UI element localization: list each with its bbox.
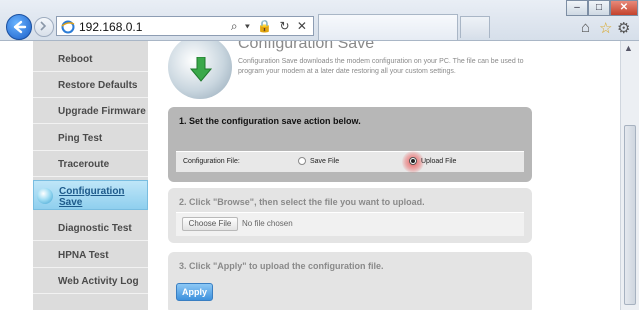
step2-heading: 2. Click "Browse", then select the file … [179,197,425,207]
scrollbar-thumb[interactable] [624,125,636,305]
home-icon[interactable]: ⌂ [581,19,590,36]
forward-button[interactable] [34,17,54,37]
file-input-row: Choose File No file chosen [176,212,524,236]
address-bar[interactable]: 192.168.0.1 ⌕ ▾ 🔒 ↻ ✕ [56,16,314,36]
maximize-button[interactable]: □ [588,0,610,16]
sidebar-item-label: Web Activity Log [58,276,139,287]
minimize-button[interactable]: – [566,0,588,16]
download-arrow-icon [190,57,212,82]
close-window-button[interactable]: ✕ [610,0,638,16]
new-tab-button[interactable] [460,16,490,38]
sidebar-item-label: Traceroute [58,159,110,170]
sidebar-item-diagnostic-test[interactable]: Diagnostic Test [33,215,148,241]
star-icon[interactable]: ☆ [599,19,612,37]
back-arrow-icon [13,20,27,34]
sidebar-item-label: Restore Defaults [58,80,138,91]
address-url[interactable]: 192.168.0.1 [79,20,142,34]
sidebar-item-label: Upgrade Firmware [58,106,146,117]
step3-panel: 3. Click "Apply" to upload the configura… [168,252,532,310]
sidebar-item-label: Configuration Save [59,186,125,208]
sidebar-item-label: Diagnostic Test [58,223,132,234]
page-title: Configuration Save [238,41,375,52]
ie-page-icon [61,20,75,34]
apply-button[interactable]: Apply [176,283,213,301]
config-file-row: Configuration File: Save File Upload Fil… [176,151,524,173]
sidebar-item-upgrade-firmware[interactable]: Upgrade Firmware [33,98,148,124]
browser-tab[interactable] [318,14,458,40]
sidebar-item-restore-defaults[interactable]: Restore Defaults [33,72,148,98]
sidebar-item-label: HPNA Test [58,250,109,261]
sidebar-nav: Reboot Restore Defaults Upgrade Firmware… [33,41,148,310]
scroll-up-arrow-icon[interactable]: ▲ [624,43,633,53]
file-status: No file chosen [242,219,293,228]
page-content: Reboot Restore Defaults Upgrade Firmware… [0,41,620,310]
sidebar-item-web-activity-log[interactable]: Web Activity Log [33,268,148,294]
page-description: Configuration Save downloads the modem c… [238,58,524,75]
sidebar-item-hpna-test[interactable]: HPNA Test [33,242,148,268]
save-file-label[interactable]: Save File [310,158,339,165]
sidebar-item-ping-test[interactable]: Ping Test [33,125,148,151]
browser-toolbar: – □ ✕ 192.168.0.1 ⌕ ▾ 🔒 ↻ ✕ ⌂ ☆ ⚙ [0,0,639,41]
upload-file-radio[interactable] [409,157,417,165]
active-indicator-icon [37,188,53,204]
step1-heading: 1. Set the configuration save action bel… [179,116,361,126]
gear-icon[interactable]: ⚙ [617,19,630,37]
sidebar-item-label: Reboot [58,54,93,65]
sidebar-item-traceroute[interactable]: Traceroute [33,151,148,177]
back-button[interactable] [6,14,32,40]
config-file-label: Configuration File: [183,158,240,165]
save-file-radio[interactable] [298,157,306,165]
upload-file-label[interactable]: Upload File [421,158,456,165]
address-tools-icons[interactable]: ⌕ ▾ 🔒 ↻ ✕ [231,19,309,34]
choose-file-button[interactable]: Choose File [182,217,238,231]
sidebar-item-configuration-save[interactable]: Configuration Save [33,180,148,210]
radio-selected-dot [411,159,415,163]
vertical-scrollbar[interactable]: ▲ [620,41,639,310]
sidebar-item-label: Ping Test [58,133,103,144]
sidebar-item-reboot[interactable]: Reboot [33,46,148,72]
forward-arrow-icon [40,21,47,31]
step3-heading: 3. Click "Apply" to upload the configura… [179,261,384,271]
